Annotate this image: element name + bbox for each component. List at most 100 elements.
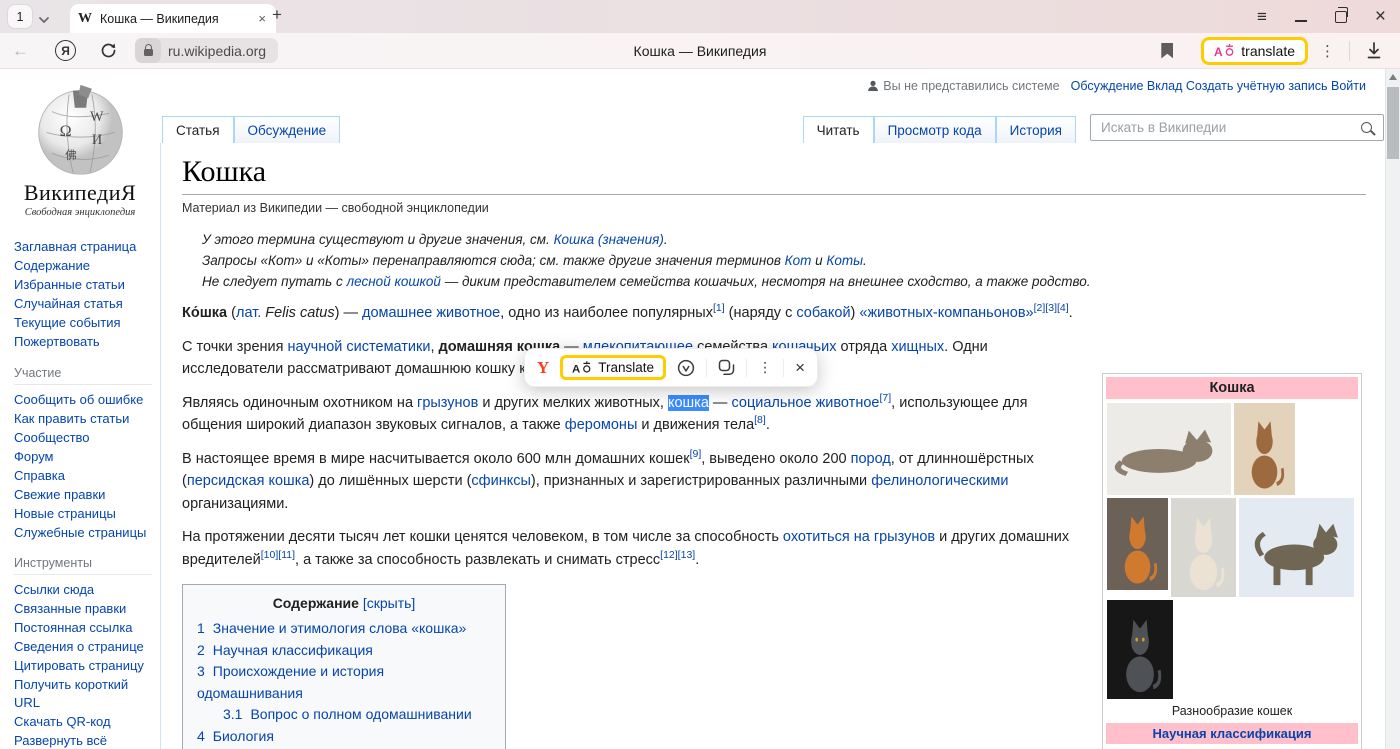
reference-link[interactable]: [8]: [754, 414, 766, 426]
cat-photo-4[interactable]: [1171, 498, 1236, 597]
tab-counter-button[interactable]: 1: [8, 5, 32, 28]
view-tab-История[interactable]: История: [996, 116, 1076, 144]
wiki-link[interactable]: научной систематики: [288, 339, 431, 355]
window-close-icon[interactable]: ×: [1375, 7, 1386, 26]
back-icon[interactable]: ←: [12, 41, 29, 61]
wiki-link[interactable]: Коты: [826, 253, 863, 268]
cat-photo-2[interactable]: [1234, 403, 1295, 495]
wiki-link[interactable]: «животных-компаньонов»: [859, 305, 1033, 321]
yandex-services-icon[interactable]: Я: [55, 40, 76, 61]
yandex-logo-icon[interactable]: Y: [537, 358, 549, 378]
wiki-link[interactable]: персидская кошка: [187, 473, 310, 489]
personal-link-3[interactable]: Войти: [1331, 79, 1366, 93]
wiki-link[interactable]: домашнее животное: [362, 305, 500, 321]
toc-item[interactable]: 1Значение и этимология слова «кошка»: [197, 618, 491, 640]
search-icon[interactable]: [1361, 122, 1372, 133]
search-input[interactable]: [1099, 119, 1361, 136]
wiki-link[interactable]: феромоны: [565, 417, 638, 433]
toc-item[interactable]: 3Происхождение и история одомашнивания: [197, 661, 491, 704]
restore-icon[interactable]: [1335, 11, 1347, 23]
wiki-search-box[interactable]: [1090, 114, 1384, 141]
cat-photo-5[interactable]: [1239, 498, 1354, 597]
scrollbar-thumb[interactable]: [1387, 87, 1399, 159]
wiki-link[interactable]: социальное животное: [731, 395, 879, 411]
sidebar-item[interactable]: Сообщество: [14, 429, 156, 447]
translate-button[interactable]: A translate: [1201, 37, 1308, 65]
lock-icon[interactable]: [135, 38, 161, 63]
personal-link-1[interactable]: Вклад: [1147, 79, 1183, 93]
popup-translate-button[interactable]: A Translate: [560, 355, 666, 380]
wiki-link[interactable]: лат.: [236, 305, 261, 321]
sidebar-item[interactable]: Связанные правки: [14, 600, 156, 618]
sidebar-item[interactable]: Форум: [14, 448, 156, 466]
wikipedia-logo[interactable]: Ω W И 佛 ВикипедиЯ Свободная энциклопедия: [0, 83, 160, 218]
toc-item[interactable]: 4Биология: [197, 726, 491, 748]
new-tab-button[interactable]: +: [272, 5, 282, 25]
minimize-icon[interactable]: [1295, 12, 1307, 22]
cat-photo-3[interactable]: [1107, 498, 1168, 590]
toc-item[interactable]: 2Научная классификация: [197, 640, 491, 662]
wiki-link[interactable]: фелинологическими: [871, 473, 1008, 489]
browser-menu-icon[interactable]: ≡: [1257, 7, 1267, 27]
download-icon[interactable]: [1366, 42, 1382, 59]
wiki-link[interactable]: Кошка (значения): [554, 232, 664, 247]
reference-link[interactable]: [10][11]: [261, 549, 295, 561]
view-tab-Читать[interactable]: Читать: [803, 116, 874, 144]
sidebar-item[interactable]: Справка: [14, 467, 156, 485]
more-options-icon[interactable]: ⋮: [1320, 42, 1335, 60]
sidebar-item[interactable]: Постоянная ссылка: [14, 619, 156, 637]
wiki-link[interactable]: лесной кошкой: [347, 274, 441, 289]
sidebar-item[interactable]: Ссылки сюда: [14, 581, 156, 599]
reference-link[interactable]: [12][13]: [660, 549, 695, 561]
bookmark-icon[interactable]: [1161, 43, 1173, 59]
wiki-link[interactable]: собакой: [796, 305, 850, 321]
tab-close-icon[interactable]: ×: [256, 11, 268, 26]
url-chip[interactable]: ru.wikipedia.org: [135, 38, 278, 63]
personal-link-0[interactable]: Обсуждение: [1071, 79, 1144, 93]
sidebar-item[interactable]: Свежие правки: [14, 486, 156, 504]
copy-icon[interactable]: [718, 359, 735, 376]
wiki-link[interactable]: грызунов: [417, 395, 478, 411]
sidebar-item[interactable]: Скачать QR-код: [14, 713, 156, 731]
wiki-link[interactable]: хищных: [891, 339, 944, 355]
scrollbar[interactable]: [1385, 69, 1400, 749]
wiki-link[interactable]: Кот: [785, 253, 812, 268]
tab-Обсуждение[interactable]: Обсуждение: [234, 116, 341, 144]
cat-photo-1[interactable]: [1107, 403, 1231, 495]
toc-item[interactable]: 3.1Вопрос о полном одомашнивании: [197, 704, 491, 726]
sidebar-item[interactable]: Новые страницы: [14, 505, 156, 523]
detail-link[interactable]: [подробно]: [1105, 745, 1359, 749]
wiki-link[interactable]: сфинксы: [471, 473, 530, 489]
sidebar-item[interactable]: Текущие события: [14, 314, 156, 332]
reference-link[interactable]: [1]: [713, 302, 725, 314]
voice-icon[interactable]: [677, 359, 695, 377]
popup-more-icon[interactable]: ⋮: [758, 359, 772, 376]
sidebar-item[interactable]: Как править статьи: [14, 410, 156, 428]
sidebar-item[interactable]: Заглавная страница: [14, 238, 156, 256]
sidebar-item[interactable]: Сообщить об ошибке: [14, 391, 156, 409]
popup-close-icon[interactable]: ×: [795, 359, 805, 376]
personal-link-2[interactable]: Создать учётную запись: [1186, 79, 1328, 93]
tab-Статья[interactable]: Статья: [162, 116, 234, 144]
sidebar-item[interactable]: Содержание: [14, 257, 156, 275]
sidebar-item[interactable]: Цитировать страницу: [14, 657, 156, 675]
toc-hide-toggle[interactable]: [скрыть]: [363, 595, 415, 611]
reference-link[interactable]: [2][3][4]: [1034, 302, 1069, 314]
reference-link[interactable]: [9]: [690, 448, 702, 460]
view-tab-Просмотр кода[interactable]: Просмотр кода: [874, 116, 996, 144]
chevron-down-icon[interactable]: [38, 11, 50, 29]
wiki-link[interactable]: охотиться на грызунов: [783, 529, 935, 545]
sidebar-item[interactable]: Пожертвовать: [14, 333, 156, 351]
wiki-link[interactable]: пород: [851, 451, 891, 467]
scrollbar-up-arrow[interactable]: [1389, 74, 1397, 80]
sidebar-item[interactable]: Сведения о странице: [14, 638, 156, 656]
classification-header[interactable]: Научная классификация: [1106, 723, 1358, 744]
sidebar-item[interactable]: Развернуть всё: [14, 732, 156, 749]
sidebar-item[interactable]: Служебные страницы: [14, 524, 156, 542]
sidebar-item[interactable]: Случайная статья: [14, 295, 156, 313]
sidebar-item[interactable]: Получить короткий URL: [14, 676, 156, 711]
reference-link[interactable]: [7]: [879, 392, 891, 404]
cat-photo-6[interactable]: [1107, 600, 1173, 699]
sidebar-item[interactable]: Избранные статьи: [14, 276, 156, 294]
reload-icon[interactable]: [100, 42, 117, 59]
